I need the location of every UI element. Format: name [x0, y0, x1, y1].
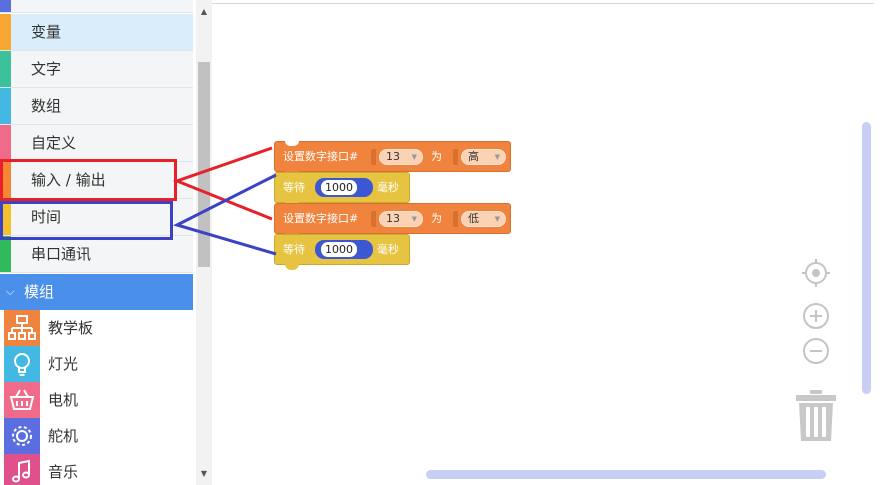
category-color-stripe [0, 162, 11, 198]
motor-icon [4, 382, 40, 418]
category-label: 文字 [31, 60, 62, 78]
block-text: 毫秒 [377, 181, 399, 194]
board-icon [4, 310, 40, 346]
workspace-vertical-scrollbar[interactable] [862, 122, 871, 394]
category-label: 时间 [31, 208, 62, 226]
category-variable[interactable]: 变量 [0, 14, 193, 51]
category-label: 变量 [31, 23, 62, 41]
dropdown-arrow-icon: ▼ [494, 215, 500, 223]
category-time[interactable]: 时间 [0, 199, 193, 236]
module-motor[interactable]: 电机 [0, 382, 193, 418]
wait-ms-input[interactable]: 1000 [315, 178, 373, 197]
module-label: 电机 [48, 391, 79, 409]
dropdown-arrow-icon: ▼ [494, 153, 500, 161]
category-serial[interactable]: 串口通讯 [0, 236, 193, 273]
block-text: 等待 [283, 243, 305, 256]
pin-dropdown[interactable]: 13 ▼ [379, 149, 423, 165]
sidebar-scrollbar-thumb[interactable] [198, 62, 210, 267]
wait-block[interactable]: 等待 1000 毫秒 [274, 234, 410, 270]
category-partial-top[interactable] [0, 0, 193, 13]
zoom-in-icon[interactable] [802, 302, 830, 330]
level-value: 低 [468, 212, 479, 225]
category-color-stripe [0, 14, 11, 50]
module-teaching-board[interactable]: 教学板 [0, 310, 193, 346]
set-digital-pin-block[interactable]: 设置数字接口# 13 ▼ 为 高 ▼ [274, 141, 511, 177]
module-music[interactable]: 音乐 [0, 454, 193, 485]
zoom-out-icon[interactable] [802, 337, 830, 365]
level-dropdown[interactable]: 高 ▼ [461, 149, 506, 165]
wait-ms-value: 1000 [321, 180, 357, 195]
category-array[interactable]: 数组 [0, 88, 193, 125]
module-section-header[interactable]: ⌵ 模组 [0, 274, 193, 310]
module-label: 教学板 [48, 319, 94, 337]
block-text: 设置数字接口# [283, 212, 359, 225]
workspace-top-border [212, 3, 875, 4]
block-text: 为 [431, 150, 442, 163]
module-light[interactable]: 灯光 [0, 346, 193, 382]
level-value: 高 [468, 150, 479, 163]
chevron-down-icon: ⌵ [6, 285, 15, 298]
wait-ms-value: 1000 [321, 242, 357, 257]
module-label: 音乐 [48, 463, 79, 481]
pin-value: 13 [386, 212, 400, 225]
input-socket [453, 211, 458, 227]
category-color-stripe [0, 88, 11, 124]
category-custom[interactable]: 自定义 [0, 125, 193, 162]
crosshair-icon[interactable] [800, 257, 832, 289]
category-color-stripe [0, 0, 11, 12]
block-text: 等待 [283, 181, 305, 194]
module-section-label: 模组 [24, 283, 55, 301]
category-text[interactable]: 文字 [0, 51, 193, 88]
toolbox-sidebar: 变量 文字 数组 自定义 输入 / 输出 时间 串口通讯 ⌵ 模组 教学板 灯光… [0, 0, 212, 485]
trash-icon[interactable] [794, 389, 838, 443]
level-dropdown[interactable]: 低 ▼ [461, 211, 506, 227]
bulb-icon [4, 346, 40, 382]
module-servo[interactable]: 舵机 [0, 418, 193, 454]
workspace-horizontal-scrollbar[interactable] [426, 470, 826, 479]
servo-icon [4, 418, 40, 454]
pin-value: 13 [386, 150, 400, 163]
wait-block[interactable]: 等待 1000 毫秒 [274, 172, 410, 208]
category-color-stripe [0, 125, 11, 161]
block-text: 设置数字接口# [283, 150, 359, 163]
category-color-stripe [0, 236, 11, 272]
scroll-down-arrow-icon[interactable]: ▼ [196, 466, 212, 482]
category-label: 输入 / 输出 [31, 171, 106, 189]
block-text: 毫秒 [377, 243, 399, 256]
category-color-stripe [0, 51, 11, 87]
category-label: 串口通讯 [31, 245, 92, 263]
category-label: 自定义 [31, 134, 77, 152]
module-label: 舵机 [48, 427, 79, 445]
category-label: 数组 [31, 97, 62, 115]
pin-dropdown[interactable]: 13 ▼ [379, 211, 423, 227]
category-color-stripe [0, 199, 11, 235]
dropdown-arrow-icon: ▼ [411, 153, 417, 161]
input-socket [453, 149, 458, 165]
input-socket [371, 149, 376, 165]
scroll-up-arrow-icon[interactable]: ▲ [196, 4, 212, 20]
dropdown-arrow-icon: ▼ [411, 215, 417, 223]
category-input-output[interactable]: 输入 / 输出 [0, 162, 193, 199]
module-label: 灯光 [48, 355, 79, 373]
input-socket [371, 211, 376, 227]
block-text: 为 [431, 212, 442, 225]
set-digital-pin-block[interactable]: 设置数字接口# 13 ▼ 为 低 ▼ [274, 203, 511, 239]
wait-ms-input[interactable]: 1000 [315, 240, 373, 259]
music-icon [4, 454, 40, 485]
app: 变量 文字 数组 自定义 输入 / 输出 时间 串口通讯 ⌵ 模组 教学板 灯光… [0, 0, 885, 485]
workspace-right-edge [874, 0, 885, 485]
